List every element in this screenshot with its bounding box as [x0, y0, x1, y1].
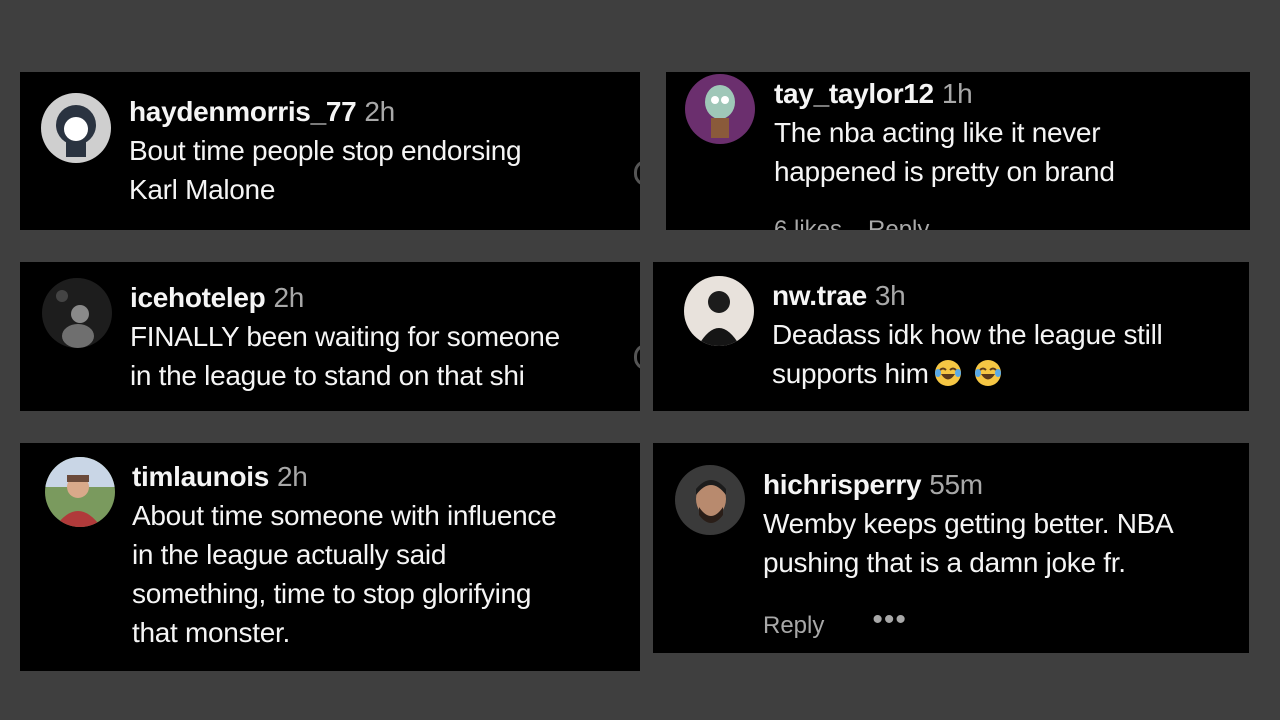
- comment-card-haydenmorris: haydenmorris_77 2h Bout time people stop …: [20, 72, 640, 230]
- comment-meta: 6 likes Reply: [774, 216, 955, 230]
- username[interactable]: nw.trae: [772, 280, 867, 311]
- comment-line: in the league actually said: [132, 539, 447, 570]
- avatar[interactable]: [684, 276, 754, 346]
- comment-meta: Reply •••: [763, 603, 933, 640]
- avatar[interactable]: [675, 465, 745, 535]
- timestamp[interactable]: 3h: [875, 280, 906, 311]
- comment-line: that monster.: [132, 617, 290, 648]
- timestamp[interactable]: 55m: [929, 469, 983, 500]
- comment-text: FINALLY been waiting for someone in the …: [130, 317, 560, 395]
- comment-content: hichrisperry 55m Wemby keeps getting bett…: [763, 466, 1174, 582]
- username[interactable]: icehotelep: [130, 282, 266, 313]
- username[interactable]: haydenmorris_77: [129, 96, 357, 127]
- comment-card-icehotelep: icehotelep 2h FINALLY been waiting for so…: [20, 262, 640, 411]
- comment-line: The nba acting like it never: [774, 117, 1101, 148]
- comment-line: something, time to stop glorifying: [132, 578, 532, 609]
- reply-button[interactable]: Reply: [868, 216, 929, 230]
- username[interactable]: tay_taylor12: [774, 78, 934, 109]
- comment-text: The nba acting like it never happened is…: [774, 113, 1115, 191]
- comment-text: Wemby keeps getting better. NBA pushing …: [763, 504, 1174, 582]
- laughing-emoji-icon: [934, 360, 961, 386]
- comment-line: Karl Malone: [129, 174, 276, 205]
- like-heart-icon[interactable]: [634, 160, 640, 186]
- comment-card-hichrisperry: hichrisperry 55m Wemby keeps getting bett…: [653, 443, 1249, 653]
- laughing-emoji-icon: [974, 360, 1001, 386]
- comment-card-tay-taylor12: tay_taylor12 1h The nba acting like it ne…: [666, 72, 1250, 230]
- comment-content: timlaunois 2h About time someone with inf…: [132, 458, 557, 652]
- reply-button[interactable]: Reply: [763, 612, 824, 639]
- username[interactable]: hichrisperry: [763, 469, 922, 500]
- avatar[interactable]: [45, 457, 115, 527]
- username[interactable]: timlaunois: [132, 461, 269, 492]
- comment-line: in the league to stand on that shi: [130, 360, 525, 391]
- comment-line: Bout time people stop endorsing: [129, 135, 522, 166]
- comment-line-text: supports him: [772, 358, 929, 389]
- comment-line: supports him: [772, 354, 1162, 393]
- avatar[interactable]: [42, 278, 112, 348]
- timestamp[interactable]: 1h: [942, 78, 973, 109]
- comment-content: tay_taylor12 1h The nba acting like it ne…: [774, 75, 1115, 191]
- comment-text: About time someone with influence in the…: [132, 496, 557, 652]
- avatar[interactable]: [41, 93, 111, 163]
- comment-line: FINALLY been waiting for someone: [130, 321, 560, 352]
- comment-text: Bout time people stop endorsing Karl Mal…: [129, 131, 522, 209]
- comment-line: happened is pretty on brand: [774, 156, 1115, 187]
- avatar[interactable]: [685, 74, 755, 144]
- comment-card-nw-trae: nw.trae 3h Deadass idk how the league sti…: [653, 262, 1249, 411]
- like-heart-icon[interactable]: [634, 344, 640, 370]
- timestamp[interactable]: 2h: [273, 282, 304, 313]
- timestamp[interactable]: 2h: [277, 461, 308, 492]
- comment-text: Deadass idk how the league still support…: [772, 315, 1163, 393]
- timestamp[interactable]: 2h: [364, 96, 395, 127]
- comment-card-timlaunois: timlaunois 2h About time someone with inf…: [20, 443, 640, 671]
- comment-content: nw.trae 3h Deadass idk how the league sti…: [772, 277, 1163, 393]
- comment-line: pushing that is a damn joke fr.: [763, 547, 1126, 578]
- comment-content: haydenmorris_77 2h Bout time people stop …: [129, 93, 522, 209]
- comment-line: Wemby keeps getting better. NBA: [763, 508, 1174, 539]
- comment-line: Deadass idk how the league still: [772, 319, 1163, 350]
- more-options-icon[interactable]: •••: [872, 603, 907, 636]
- comment-line: About time someone with influence: [132, 500, 557, 531]
- comment-content: icehotelep 2h FINALLY been waiting for so…: [130, 279, 560, 395]
- likes-count[interactable]: 6 likes: [774, 216, 842, 230]
